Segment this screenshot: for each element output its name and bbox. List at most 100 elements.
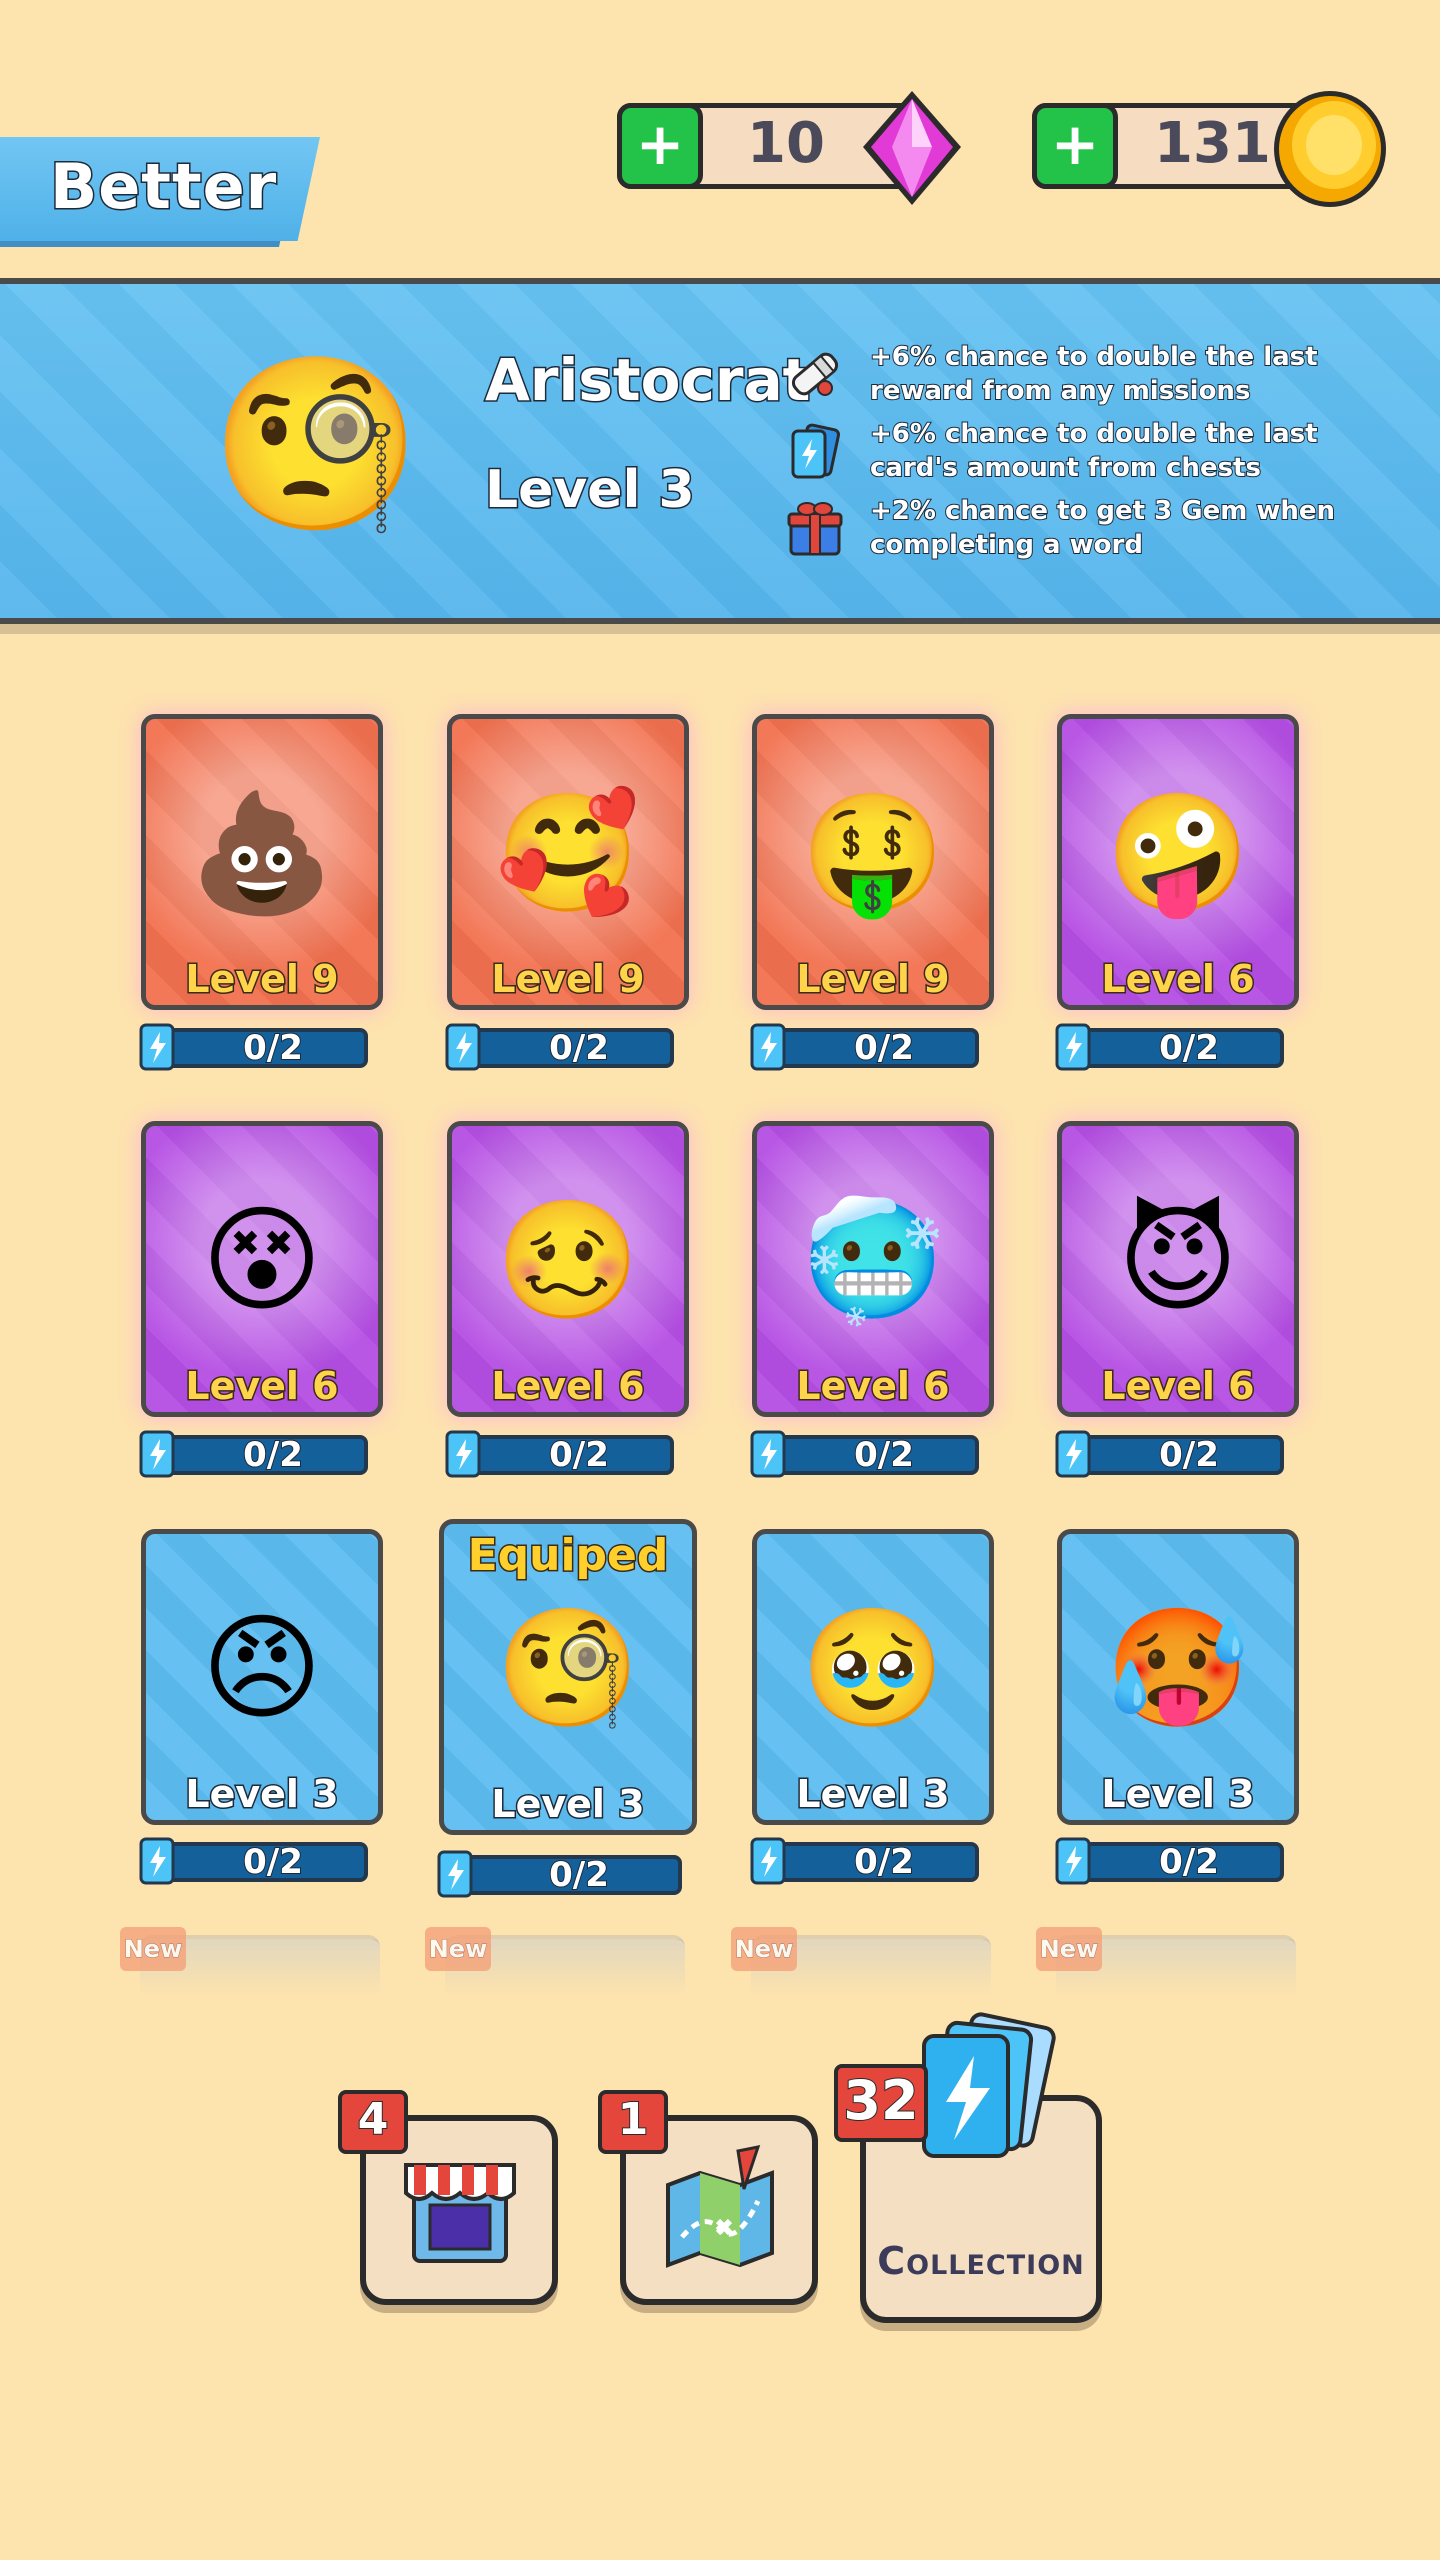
card-level: Level 3	[795, 1771, 951, 1818]
perk-text: +6% chance to double the last card's amo…	[869, 418, 1319, 484]
card-icon	[437, 1850, 473, 1898]
card-icon	[139, 1023, 175, 1071]
card-progress: 0/2	[138, 1023, 368, 1071]
woozy-face-emoji-icon: 🥴	[495, 1193, 641, 1328]
devil-face-emoji-icon: 😈	[1117, 1193, 1239, 1328]
card-progress: 0/2	[138, 1837, 368, 1885]
card-icon	[1055, 1023, 1091, 1071]
add-coins-button[interactable]: +	[1032, 103, 1118, 189]
emoji-card[interactable]: 😈 Level 6	[1057, 1121, 1299, 1417]
emoji-card[interactable]: 😠 Level 3	[141, 1529, 383, 1825]
emoji-card[interactable]: 💩 Level 9	[141, 714, 383, 1010]
coin-value: 131	[1154, 111, 1271, 176]
card-progress: 0/2	[1054, 1023, 1284, 1071]
emoji-card[interactable]: 🤑 Level 9	[752, 714, 994, 1010]
card-icon	[139, 1430, 175, 1478]
new-badge: New	[120, 1927, 186, 1971]
card-level: Level 3	[490, 1781, 646, 1828]
rank-emoji-icon: 🧐	[210, 346, 422, 544]
zany-face-emoji-icon: 🤪	[1105, 786, 1251, 921]
card-progress: 0/2	[1054, 1837, 1284, 1885]
pleading-face-emoji-icon: 🥹	[800, 1601, 946, 1736]
emoji-card[interactable]: 🥰 Level 9	[447, 714, 689, 1010]
monocle-face-emoji-icon: 🧐	[495, 1601, 641, 1736]
smiling-hearts-emoji-icon: 🥰	[495, 786, 641, 921]
progress-text: 0/2	[548, 1434, 610, 1476]
progress-text: 0/2	[1158, 1434, 1220, 1476]
card-icon	[445, 1430, 481, 1478]
new-badge: New	[1036, 1927, 1102, 1971]
perk-text: +2% chance to get 3 Gem when completing …	[869, 495, 1336, 561]
poop-emoji-icon: 💩	[189, 786, 335, 921]
progress-text: 0/2	[242, 1841, 304, 1883]
card-level: Level 6	[1100, 1363, 1256, 1410]
card-icon	[750, 1430, 786, 1478]
card-progress: 0/2	[749, 1430, 979, 1478]
progress-text: 0/2	[853, 1434, 915, 1476]
new-badge: New	[425, 1927, 491, 1971]
progress-text: 0/2	[548, 1027, 610, 1069]
emoji-card[interactable]: 🤪 Level 6	[1057, 714, 1299, 1010]
gem-value: 10	[747, 111, 825, 176]
rank-name: Aristocrat	[483, 345, 811, 416]
card-icon	[139, 1837, 175, 1885]
coin-icon	[1274, 91, 1386, 207]
progress-text: 0/2	[242, 1027, 304, 1069]
shop-badge: 4	[338, 2090, 408, 2154]
equipped-emoji-card[interactable]: Equiped 🧐 Level 3	[439, 1519, 697, 1835]
card-progress: 0/2	[444, 1430, 674, 1478]
new-card-slot[interactable]: New	[120, 1927, 380, 1994]
dizzy-face-emoji-icon: 😵	[201, 1193, 323, 1328]
rank-level: Level 3	[484, 459, 697, 522]
card-level: Level 6	[184, 1363, 340, 1410]
equipped-label: Equiped	[466, 1529, 670, 1583]
emoji-card[interactable]: 😵 Level 6	[141, 1121, 383, 1417]
emoji-card[interactable]: 🥵 Level 3	[1057, 1529, 1299, 1825]
perk-text: +6% chance to double the last reward fro…	[869, 341, 1319, 407]
coin-counter: + 131	[1032, 91, 1392, 207]
card-level: Level 6	[1100, 956, 1256, 1003]
card-icon	[750, 1023, 786, 1071]
new-card-slot[interactable]: New	[425, 1927, 685, 1994]
card-progress: 0/2	[1054, 1430, 1284, 1478]
map-icon	[666, 2145, 774, 2268]
card-progress: 0/2	[749, 1023, 979, 1071]
progress-text: 0/2	[853, 1841, 915, 1883]
new-badge: New	[731, 1927, 797, 1971]
emoji-card[interactable]: 🥴 Level 6	[447, 1121, 689, 1417]
progress-text: 0/2	[1158, 1027, 1220, 1069]
collection-label: Collection	[877, 2239, 1085, 2283]
card-progress: 0/2	[436, 1850, 682, 1898]
progress-text: 0/2	[242, 1434, 304, 1476]
card-level: Level 9	[795, 956, 951, 1003]
card-icon	[445, 1023, 481, 1071]
gift-icon	[787, 502, 843, 556]
rank-title: Better	[48, 149, 278, 225]
emoji-card[interactable]: 🥶 Level 6	[752, 1121, 994, 1417]
angry-face-emoji-icon: 😠	[201, 1601, 323, 1736]
card-level: Level 9	[184, 956, 340, 1003]
add-gems-button[interactable]: +	[617, 103, 703, 189]
scroll-icon	[791, 352, 839, 396]
money-mouth-emoji-icon: 🤑	[800, 786, 946, 921]
hot-face-emoji-icon: 🥵	[1105, 1601, 1251, 1736]
card-level: Level 6	[490, 1363, 646, 1410]
card-progress: 0/2	[749, 1837, 979, 1885]
card-icon	[750, 1837, 786, 1885]
cards-icon	[791, 423, 841, 479]
collection-badge: 32	[834, 2064, 928, 2142]
new-card-slot[interactable]: New	[731, 1927, 991, 1994]
card-progress: 0/2	[444, 1023, 674, 1071]
card-level: Level 6	[795, 1363, 951, 1410]
card-level: Level 9	[490, 956, 646, 1003]
progress-text: 0/2	[1158, 1841, 1220, 1883]
progress-text: 0/2	[853, 1027, 915, 1069]
card-progress: 0/2	[138, 1430, 368, 1478]
card-icon	[1055, 1837, 1091, 1885]
new-card-slot[interactable]: New	[1036, 1927, 1296, 1994]
card-level: Level 3	[184, 1771, 340, 1818]
card-icon	[1055, 1430, 1091, 1478]
emoji-card[interactable]: 🥹 Level 3	[752, 1529, 994, 1825]
progress-text: 0/2	[548, 1854, 610, 1896]
cold-face-emoji-icon: 🥶	[800, 1193, 946, 1328]
